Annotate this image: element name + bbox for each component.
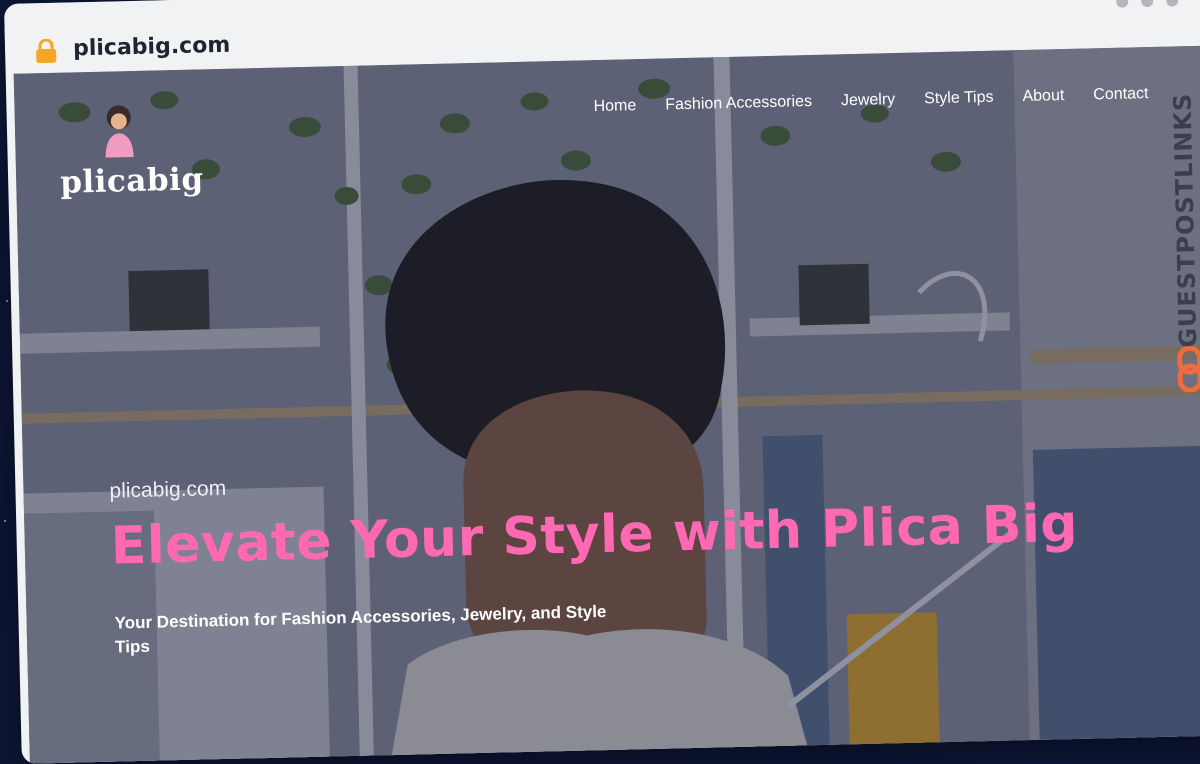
badge-text: GUESTPOSTLINKS xyxy=(1168,92,1200,349)
logo-figure-icon xyxy=(105,105,134,158)
window-dot-icon[interactable] xyxy=(1116,0,1129,8)
nav-fashion-accessories[interactable]: Fashion Accessories xyxy=(665,93,812,114)
nav-contact[interactable]: Contact xyxy=(1093,85,1149,104)
nav-about[interactable]: About xyxy=(1022,87,1064,106)
guestpostlinks-badge: GUESTPOSTLINKS xyxy=(1165,92,1200,401)
nav-jewelry[interactable]: Jewelry xyxy=(841,91,896,110)
nav-home[interactable]: Home xyxy=(593,97,636,116)
page-viewport: plicabig Home Fashion Accessories Jewelr… xyxy=(13,45,1200,764)
lock-icon xyxy=(36,38,57,64)
address-bar-url[interactable]: plicabig.com xyxy=(73,33,231,62)
hero-site-name: plicabig.com xyxy=(109,476,227,503)
window-dot-icon[interactable] xyxy=(1166,0,1179,7)
link-icon xyxy=(1177,345,1200,393)
logo-text: plicabig xyxy=(59,161,204,201)
nav-style-tips[interactable]: Style Tips xyxy=(924,89,994,109)
window-dot-icon[interactable] xyxy=(1141,0,1154,8)
browser-window: plicabig.com plicabig Home Fashion Acces… xyxy=(4,0,1200,764)
